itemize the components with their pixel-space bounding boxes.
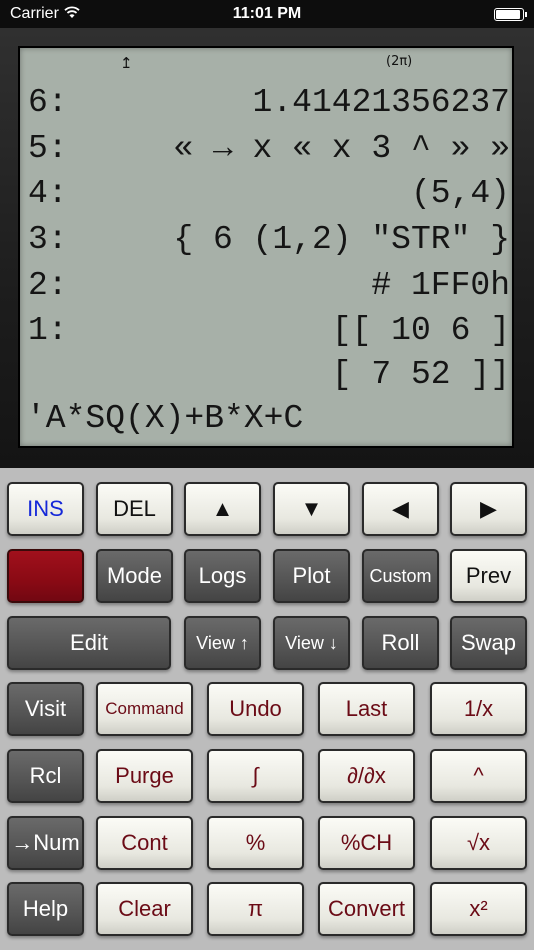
status-bar: Carrier 11:01 PM [0, 0, 534, 28]
view-up-key[interactable]: View ↑ [184, 616, 261, 670]
cursor-down-key[interactable]: ▼ [273, 482, 350, 536]
stack-value: (5,4) [410, 175, 510, 212]
sqrt-key[interactable]: √x [430, 816, 527, 870]
stack-value: [ 7 52 ]] [331, 356, 510, 393]
percent-change-key[interactable]: %CH [318, 816, 415, 870]
stack-level-6: 6: 1.41421356237 [28, 84, 510, 128]
rcl-key[interactable]: Rcl [7, 749, 84, 803]
pi-key[interactable]: π [207, 882, 304, 936]
stack-level-4: 4: (5,4) [28, 175, 510, 219]
mode-key[interactable]: Mode [96, 549, 173, 603]
last-key[interactable]: Last [318, 682, 415, 736]
del-key[interactable]: DEL [96, 482, 173, 536]
ins-key[interactable]: INS [7, 482, 84, 536]
stack-level-3: 3: { 6 (1,2) "STR" } [28, 221, 510, 265]
plot-key[interactable]: Plot [273, 549, 350, 603]
stack-level-label: 5: [28, 130, 68, 167]
angle-mode-annunciator: (2π) [386, 54, 413, 69]
prev-key[interactable]: Prev [450, 549, 527, 603]
view-down-key[interactable]: View ↓ [273, 616, 350, 670]
convert-key[interactable]: Convert [318, 882, 415, 936]
stack-level-2: 2: # 1FF0h [28, 267, 510, 311]
integral-key[interactable]: ∫ [207, 749, 304, 803]
visit-key[interactable]: Visit [7, 682, 84, 736]
stack-value: 1.41421356237 [252, 84, 510, 121]
stack-level-label: 1: [28, 312, 68, 349]
power-key[interactable]: ^ [430, 749, 527, 803]
shift-annunciator: ↥ [120, 55, 133, 72]
square-key[interactable]: x² [430, 882, 527, 936]
stack-level-1: 1: [[ 10 6 ] [28, 312, 510, 356]
derivative-key[interactable]: ∂/∂x [318, 749, 415, 803]
purge-key[interactable]: Purge [96, 749, 193, 803]
cursor-up-key[interactable]: ▲ [184, 482, 261, 536]
stack-value: [[ 10 6 ] [331, 312, 510, 349]
roll-key[interactable]: Roll [362, 616, 439, 670]
clock: 11:01 PM [232, 5, 302, 22]
stack-value: # 1FF0h [371, 267, 510, 304]
lcd-screen: ↥ (2π) 6: 1.41421356237 5: « → x « x 3 ^… [18, 46, 514, 448]
stack-level-5: 5: « → x « x 3 ^ » » [28, 130, 510, 174]
stack-level-label: 3: [28, 221, 68, 258]
clear-key[interactable]: Clear [96, 882, 193, 936]
custom-key[interactable]: Custom [362, 549, 439, 603]
display-bezel: ↥ (2π) 6: 1.41421356237 5: « → x « x 3 ^… [0, 28, 534, 468]
percent-key[interactable]: % [207, 816, 304, 870]
keypad: INS DEL ▲ ▼ ◀ ▶ Mode Logs Plot Custom Pr… [0, 468, 534, 950]
command-key[interactable]: Command [96, 682, 193, 736]
logs-key[interactable]: Logs [184, 549, 261, 603]
shift-key[interactable] [7, 549, 84, 603]
cursor-right-key[interactable]: ▶ [450, 482, 527, 536]
stack-value: « → x « x 3 ^ » » [173, 130, 510, 167]
cont-key[interactable]: Cont [96, 816, 193, 870]
to-num-key[interactable]: →Num [7, 816, 84, 870]
battery-icon [494, 8, 527, 21]
edit-key[interactable]: Edit [7, 616, 171, 670]
swap-key[interactable]: Swap [450, 616, 527, 670]
command-line[interactable]: 'A*SQ(X)+B*X+C [26, 400, 303, 437]
stack-level-label: 2: [28, 267, 68, 304]
undo-key[interactable]: Undo [207, 682, 304, 736]
stack-level-label: 6: [28, 84, 68, 121]
stack-level-1-continuation: [ 7 52 ]] [28, 356, 510, 400]
stack-level-label: 4: [28, 175, 68, 212]
cursor-left-key[interactable]: ◀ [362, 482, 439, 536]
inverse-key[interactable]: 1/x [430, 682, 527, 736]
help-key[interactable]: Help [7, 882, 84, 936]
stack-value: { 6 (1,2) "STR" } [173, 221, 510, 258]
